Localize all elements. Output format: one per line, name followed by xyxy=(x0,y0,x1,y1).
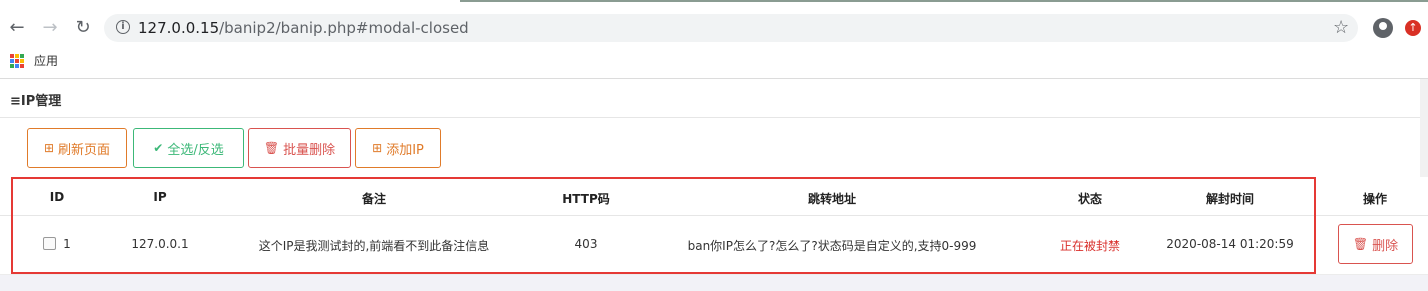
back-icon[interactable]: ← xyxy=(6,16,28,38)
batch-delete-label: 批量删除 xyxy=(283,142,336,158)
cell-id: 1 xyxy=(63,237,71,251)
batch-delete-button[interactable]: 🗑 批量删除 xyxy=(248,128,351,168)
header-http: HTTP码 xyxy=(562,192,610,206)
page-title: ≡IP管理 xyxy=(10,90,61,109)
info-icon[interactable]: i xyxy=(116,20,130,34)
cell-note: 这个IP是我测试封的,前端看不到此备注信息 xyxy=(258,239,490,253)
profile-icon[interactable] xyxy=(1373,18,1393,38)
delete-button[interactable]: 🗑 删除 xyxy=(1338,224,1413,264)
header-id: ID xyxy=(49,190,65,204)
url-host: 127.0.0.15 xyxy=(138,19,220,37)
header-redirect: 跳转地址 xyxy=(807,192,857,206)
trash-icon: 🗑 xyxy=(1352,237,1369,251)
panel-header: ≡IP管理 xyxy=(0,79,1428,118)
bookmarks-bar: 应用 xyxy=(0,48,1428,74)
delete-label: 删除 xyxy=(1372,238,1399,254)
add-ip-button[interactable]: ⊞ 添加IP xyxy=(355,128,441,168)
header-status: 状态 xyxy=(1077,192,1103,206)
apps-grid-icon[interactable] xyxy=(10,54,24,68)
cell-ip: 127.0.0.1 xyxy=(131,237,189,251)
header-note: 备注 xyxy=(361,192,387,206)
cell-status: 正在被封禁 xyxy=(1059,239,1121,253)
select-all-button[interactable]: ✔ 全选/反选 xyxy=(133,128,244,168)
cell-unban-time: 2020-08-14 01:20:59 xyxy=(1166,237,1294,251)
add-label: 添加IP xyxy=(386,142,424,158)
table-header: ID IP 备注 HTTP码 跳转地址 状态 解封时间 操作 xyxy=(0,177,1428,216)
apps-bookmark-label[interactable]: 应用 xyxy=(34,52,58,69)
reload-icon[interactable]: ↻ xyxy=(72,16,94,38)
header-actions: 操作 xyxy=(1362,192,1388,206)
update-icon[interactable]: ↑ xyxy=(1405,20,1421,36)
trash-icon: 🗑 xyxy=(263,141,280,155)
url-text[interactable]: 127.0.0.15/banip2/banip.php#modal-closed xyxy=(138,19,469,37)
url-path: /banip2/banip.php#modal-closed xyxy=(219,19,469,37)
header-unban-time: 解封时间 xyxy=(1205,192,1255,206)
header-ip: IP xyxy=(153,190,167,204)
forward-icon[interactable]: → xyxy=(39,16,61,38)
window-edge xyxy=(460,0,1428,2)
plus-square-icon: ⊞ xyxy=(43,141,55,155)
refresh-label: 刷新页面 xyxy=(58,142,111,158)
table-row: 1 127.0.0.1 这个IP是我测试封的,前端看不到此备注信息 403 ba… xyxy=(0,216,1428,275)
address-bar[interactable]: i 127.0.0.15/banip2/banip.php#modal-clos… xyxy=(104,14,1358,42)
refresh-button[interactable]: ⊞ 刷新页面 xyxy=(27,128,127,168)
plus-square-icon: ⊞ xyxy=(372,141,383,155)
select-label: 全选/反选 xyxy=(167,142,224,158)
cell-redirect: ban你IP怎么了?怎么了?状态码是自定义的,支持0-999 xyxy=(687,239,977,253)
check-icon: ✔ xyxy=(153,141,164,155)
row-checkbox[interactable] xyxy=(43,237,56,250)
page-title-text: IP管理 xyxy=(20,94,62,109)
cell-http: 403 xyxy=(574,237,598,251)
menu-icon: ≡ xyxy=(10,94,21,109)
bookmark-star-icon[interactable]: ☆ xyxy=(1333,17,1349,38)
